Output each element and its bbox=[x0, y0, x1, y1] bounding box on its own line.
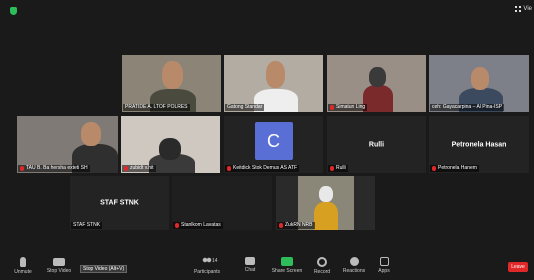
security-shield-icon[interactable] bbox=[10, 7, 17, 15]
grid-view-icon bbox=[515, 6, 522, 12]
participant-name: Rulli bbox=[328, 165, 348, 172]
participant-name: ZukRN NRB bbox=[277, 222, 315, 229]
participant-name: Stanlkom Lavatas bbox=[173, 222, 223, 229]
participant-name: Gatong Standar bbox=[225, 104, 265, 111]
name-tile[interactable]: Petronela Hasan Petronela Hanem bbox=[429, 116, 529, 173]
participants-button[interactable]: 14 Participants bbox=[190, 257, 224, 275]
share-screen-icon bbox=[281, 257, 293, 266]
stop-video-button[interactable]: Stop Video bbox=[42, 257, 76, 274]
participant-name: STAF STNK bbox=[71, 222, 103, 229]
participant-display-name: STAF STNK bbox=[100, 199, 139, 207]
microphone-muted-icon bbox=[20, 257, 26, 267]
video-tile[interactable]: zubidt v.hit bbox=[121, 116, 220, 173]
top-bar: Vie bbox=[0, 0, 534, 20]
participants-icon bbox=[202, 257, 212, 267]
chat-button[interactable]: Chat bbox=[233, 257, 267, 273]
avatar-tile[interactable]: C Keitdick Stok Demus AS ATF bbox=[224, 116, 323, 173]
video-tile[interactable]: Gatong Standar bbox=[224, 55, 323, 112]
mic-muted-icon bbox=[124, 166, 128, 171]
mic-muted-icon bbox=[175, 223, 179, 228]
mic-muted-icon bbox=[279, 223, 283, 228]
share-screen-button[interactable]: Share Screen bbox=[270, 257, 304, 274]
participant-name: PRATIDE A. LTOF POLRES bbox=[123, 104, 190, 111]
participant-display-name: Petronela Hasan bbox=[451, 141, 507, 148]
participant-name: Simatun Ling bbox=[328, 104, 368, 111]
unmute-button[interactable]: Unmute bbox=[6, 257, 40, 275]
name-tile[interactable]: STAF STNK STAF STNK bbox=[70, 176, 169, 230]
participant-name: Keitdick Stok Demus AS ATF bbox=[225, 165, 300, 172]
avatar: C bbox=[254, 122, 293, 160]
view-button[interactable]: Vie bbox=[515, 6, 532, 12]
tooltip: Stop Video (Alt+V) bbox=[80, 265, 128, 273]
record-button[interactable]: Record bbox=[305, 257, 339, 275]
mic-muted-icon bbox=[432, 166, 436, 171]
video-tile[interactable]: Stanlkom Lavatas bbox=[172, 176, 272, 230]
name-tile[interactable]: Rulli Rulli bbox=[327, 116, 426, 173]
camera-icon bbox=[53, 258, 65, 266]
leave-button[interactable]: Leave bbox=[508, 262, 528, 272]
video-tile[interactable]: ceh: Gayacarpina – Al Pina-ISP bbox=[429, 55, 529, 112]
video-tile[interactable]: TAU B. Ba hersha exteti SH bbox=[17, 116, 118, 173]
video-tile[interactable]: ZukRN NRB bbox=[276, 176, 375, 230]
participant-name: zubidt v.hit bbox=[122, 165, 156, 172]
mic-muted-icon bbox=[330, 105, 334, 110]
chat-icon bbox=[245, 257, 255, 265]
participant-display-name: Rulli bbox=[368, 141, 385, 148]
video-tile[interactable]: Simatun Ling bbox=[327, 55, 426, 112]
mic-muted-icon bbox=[227, 166, 231, 171]
video-tile[interactable]: PRATIDE A. LTOF POLRES bbox=[122, 55, 221, 112]
participant-name: Petronela Hanem bbox=[430, 165, 479, 172]
apps-button[interactable]: Apps bbox=[367, 257, 401, 274]
record-icon bbox=[317, 257, 327, 267]
mic-muted-icon bbox=[330, 166, 334, 171]
participants-count: 14 bbox=[212, 258, 218, 264]
participant-name: TAU B. Ba hersha exteti SH bbox=[18, 165, 90, 172]
reactions-icon bbox=[349, 257, 359, 266]
view-label: Vie bbox=[523, 6, 532, 12]
participant-name: ceh: Gayacarpina – Al Pina-ISP bbox=[430, 104, 505, 111]
mic-muted-icon bbox=[20, 166, 24, 171]
apps-icon bbox=[379, 257, 389, 266]
reactions-button[interactable]: Reactions bbox=[337, 257, 371, 274]
